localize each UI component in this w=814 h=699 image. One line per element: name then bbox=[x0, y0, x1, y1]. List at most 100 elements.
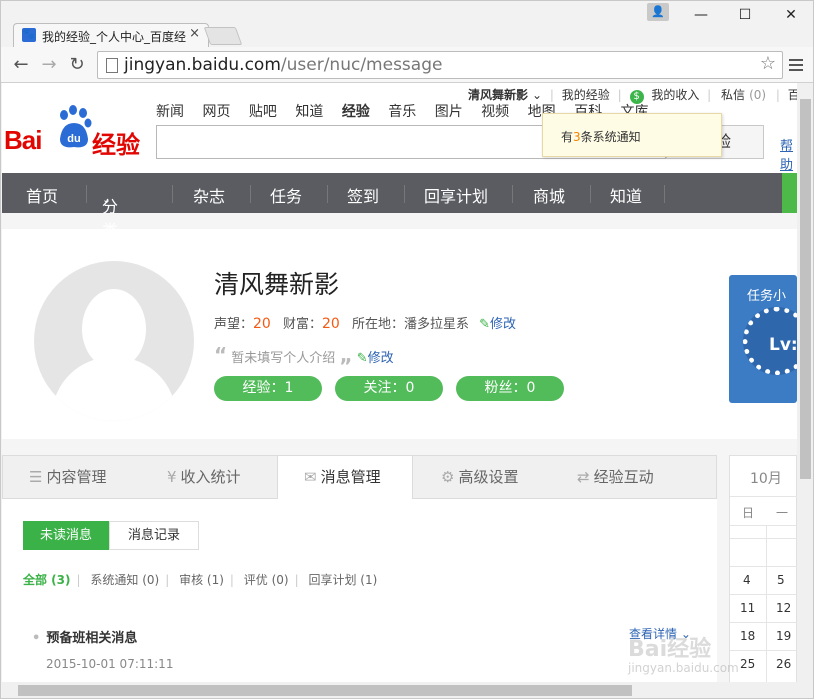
pill-jingyan[interactable]: 经验：1 bbox=[214, 376, 322, 401]
system-notice-popup[interactable]: 有3条系统通知 bbox=[542, 113, 722, 157]
channel-link[interactable]: 图片 bbox=[435, 104, 463, 120]
exchange-icon: ⇄ bbox=[577, 468, 590, 486]
level-text: Lv:1 bbox=[769, 335, 797, 355]
browser-tab[interactable]: 🐾 我的经验_个人中心_百度经 × bbox=[13, 23, 209, 47]
channel-link[interactable]: 视频 bbox=[481, 104, 509, 120]
profile-card: 清风舞新影 声望：20 财富：20 所在地：潘多拉星系 ✎修改 “ 暂未填写个人… bbox=[2, 229, 797, 439]
message-filters: 全部 (3) | 系统通知 (0) | 审核 (1) | 评优 (0) | 回享计划 (… bbox=[23, 573, 378, 587]
watermark-url: jingyan.baidu.com bbox=[628, 661, 739, 675]
main-nav: 首页 分类 ⌄ 杂志 任务 签到 回享计划 商城 知道 bbox=[2, 173, 797, 240]
channel-link-active[interactable]: 经验 bbox=[342, 104, 370, 120]
address-bar[interactable]: jingyan.baidu.com/user/nuc/message ☆ bbox=[97, 51, 783, 79]
nav-item-zhidao[interactable]: 知道 bbox=[610, 183, 642, 207]
close-tab-icon[interactable]: × bbox=[189, 26, 200, 41]
bookmark-star-icon[interactable]: ☆ bbox=[760, 53, 776, 74]
message-time: 2015-10-01 07:11:11 bbox=[46, 657, 174, 671]
calendar-day[interactable]: 19 bbox=[776, 629, 791, 643]
filter-system[interactable]: 系统通知 (0) bbox=[90, 573, 159, 587]
gear-icon: ⚙ bbox=[441, 468, 455, 486]
channel-link[interactable]: 知道 bbox=[295, 104, 323, 120]
profile-icon[interactable]: 👤 bbox=[647, 3, 669, 21]
pencil-icon: ✎ bbox=[356, 351, 368, 366]
new-tab-button[interactable] bbox=[203, 27, 243, 45]
pill-fans[interactable]: 粉丝：0 bbox=[456, 376, 564, 401]
management-tabs: ☰ 内容管理 ¥ 收入统计 ✉ 消息管理 ⚙ 高级设置 ⇄ 经验互动 bbox=[2, 455, 717, 500]
tab-title: 我的经验_个人中心_百度经 bbox=[42, 30, 187, 44]
minimize-button[interactable]: — bbox=[687, 5, 715, 25]
browser-toolbar: ← → ↻ jingyan.baidu.com/user/nuc/message… bbox=[1, 47, 813, 83]
reputation-value: 20 bbox=[253, 316, 271, 332]
profile-name: 清风舞新影 bbox=[214, 270, 340, 299]
calendar-widget: 10月 日 一 4 5 11 12 18 19 25 26 bbox=[729, 455, 797, 682]
edit-intro-link[interactable]: 修改 bbox=[368, 351, 394, 366]
baidu-favicon-icon: 🐾 bbox=[22, 28, 36, 42]
nav-item-task[interactable]: 任务 bbox=[270, 183, 302, 207]
envelope-icon: ✉ bbox=[304, 468, 317, 486]
filter-all[interactable]: 全部 (3) bbox=[23, 573, 71, 587]
pill-follow[interactable]: 关注：0 bbox=[335, 376, 443, 401]
tab-income-stats[interactable]: ¥ 收入统计 bbox=[167, 456, 241, 499]
filter-review[interactable]: 审核 (1) bbox=[179, 573, 224, 587]
tab-message-mgmt[interactable]: ✉ 消息管理 bbox=[277, 456, 413, 500]
calendar-day[interactable]: 4 bbox=[743, 573, 751, 587]
tab-content-mgmt[interactable]: ☰ 内容管理 bbox=[29, 456, 106, 499]
location-value: 潘多拉星系 bbox=[403, 317, 469, 332]
username-link[interactable]: 清风舞新影 bbox=[468, 88, 528, 102]
close-window-button[interactable]: ✕ bbox=[777, 5, 805, 25]
reload-icon[interactable]: ↻ bbox=[65, 53, 89, 77]
page-viewport: 清风舞新影⌄ | 我的经验 | $ 我的收入 | 私信(0) | 百度首页 Ba… bbox=[2, 83, 797, 682]
profile-intro: “ 暂未填写个人介绍 „ ✎修改 bbox=[214, 343, 394, 367]
maximize-button[interactable]: ☐ bbox=[731, 5, 759, 25]
vertical-scrollbar[interactable] bbox=[797, 83, 813, 682]
site-header: 清风舞新影⌄ | 我的经验 | $ 我的收入 | 私信(0) | 百度首页 Ba… bbox=[2, 83, 797, 173]
channel-link[interactable]: 网页 bbox=[202, 104, 230, 120]
calendar-day[interactable]: 11 bbox=[740, 601, 755, 615]
filter-award[interactable]: 评优 (0) bbox=[244, 573, 289, 587]
channel-link[interactable]: 新闻 bbox=[156, 104, 184, 120]
filter-share-plan[interactable]: 回享计划 (1) bbox=[308, 573, 377, 587]
calendar-day[interactable]: 18 bbox=[740, 629, 755, 643]
nav-item-share-plan[interactable]: 回享计划 bbox=[424, 183, 488, 207]
page-icon bbox=[106, 58, 118, 73]
nav-item-mall[interactable]: 商城 bbox=[533, 183, 565, 207]
profile-stats: 声望：20 财富：20 所在地：潘多拉星系 ✎修改 bbox=[214, 316, 517, 332]
pencil-icon: ✎ bbox=[479, 317, 491, 332]
unread-messages-button[interactable]: 未读消息 bbox=[23, 521, 109, 550]
message-title[interactable]: • 预备班相关消息 bbox=[32, 627, 137, 646]
channel-link[interactable]: 音乐 bbox=[388, 104, 416, 120]
list-icon: ☰ bbox=[29, 468, 43, 486]
quote-open-icon: “ bbox=[214, 343, 228, 367]
notice-text[interactable]: 有3条系统通知 bbox=[561, 128, 641, 145]
tab-advanced-settings[interactable]: ⚙ 高级设置 bbox=[441, 456, 518, 499]
help-link[interactable]: 帮助 bbox=[780, 135, 797, 173]
calendar-day[interactable]: 5 bbox=[777, 573, 785, 587]
message-records-button[interactable]: 消息记录 bbox=[109, 521, 199, 550]
browser-window: 🐾 我的经验_个人中心_百度经 × 👤 — ☐ ✕ ← → ↻ jingyan.… bbox=[0, 0, 814, 699]
edit-location-link[interactable]: 修改 bbox=[490, 317, 516, 332]
chevron-down-icon[interactable]: ⌄ bbox=[532, 88, 542, 102]
browser-menu-icon[interactable] bbox=[789, 59, 803, 74]
avatar[interactable] bbox=[34, 261, 194, 421]
forward-icon[interactable]: → bbox=[37, 53, 61, 77]
my-income-link[interactable]: 我的收入 bbox=[651, 88, 699, 102]
yen-icon: ¥ bbox=[167, 468, 177, 486]
task-widget[interactable]: 任务小 Lv:1 bbox=[729, 275, 797, 403]
calendar-day[interactable]: 26 bbox=[776, 657, 791, 671]
my-jingyan-link[interactable]: 我的经验 bbox=[562, 88, 610, 102]
wealth-value: 20 bbox=[322, 316, 340, 332]
tab-interaction[interactable]: ⇄ 经验互动 bbox=[577, 456, 654, 499]
calendar-day[interactable]: 12 bbox=[776, 601, 791, 615]
calendar-day[interactable]: 25 bbox=[740, 657, 755, 671]
quote-close-icon: „ bbox=[339, 343, 353, 367]
url-text[interactable]: jingyan.baidu.com/user/nuc/message bbox=[124, 55, 442, 75]
back-icon[interactable]: ← bbox=[9, 53, 33, 77]
horizontal-scrollbar[interactable] bbox=[2, 682, 813, 698]
nav-item-home[interactable]: 首页 bbox=[26, 183, 58, 207]
message-panel: 未读消息 消息记录 全部 (3) | 系统通知 (0) | 审核 (1) | 评优 (… bbox=[2, 499, 717, 682]
channel-link[interactable]: 贴吧 bbox=[249, 104, 277, 120]
baidu-home-link[interactable]: 百度首页 bbox=[788, 88, 797, 102]
baidu-jingyan-logo[interactable]: Bai du 经验 bbox=[4, 105, 144, 159]
nav-item-checkin[interactable]: 签到 bbox=[347, 183, 379, 207]
nav-item-magazine[interactable]: 杂志 bbox=[193, 183, 225, 207]
messages-link[interactable]: 私信 (0) bbox=[719, 88, 768, 102]
